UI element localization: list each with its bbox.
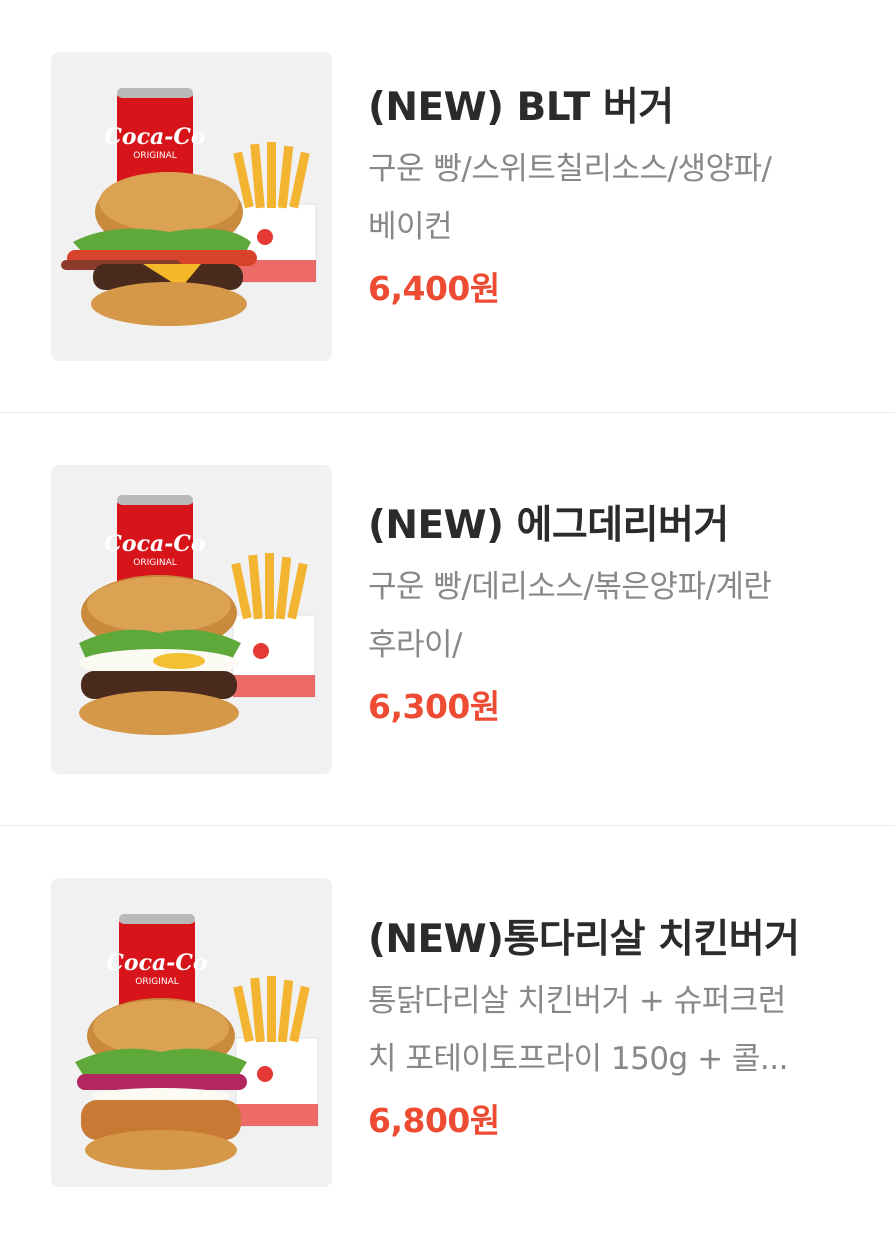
menu-item-image: Coca-Co ORIGINAL xyxy=(51,878,332,1187)
menu-item-info: (NEW) BLT 버거 구운 빵/스위트칠리소스/생양파/ 베이컨 6,400… xyxy=(368,78,868,318)
menu-item-egg-teri-burger[interactable]: Coca-Co ORIGINAL (NEW) 에그데리버거 구운 빵/데리소스/… xyxy=(0,413,895,825)
svg-text:ORIGINAL: ORIGINAL xyxy=(133,151,177,161)
menu-item-image: Coca-Co ORIGINAL xyxy=(51,465,332,774)
menu-item-price: 6,800원 xyxy=(368,1101,500,1140)
description-line: 베이컨 xyxy=(368,209,453,245)
menu-item-name: (NEW) BLT 버거 xyxy=(368,85,674,130)
menu-item-chicken-thigh-burger[interactable]: Coca-Co ORIGINAL (NEW)통다리살 치킨버거 통닭다리살 치킨… xyxy=(0,826,895,1238)
menu-item-description: 구운 빵/데리소스/볶은양파/계란 후라이/ xyxy=(368,558,860,674)
burger-set-illustration: Coca-Co ORIGINAL xyxy=(61,88,317,326)
svg-text:Coca-Co: Coca-Co xyxy=(106,950,207,976)
menu-item-name: (NEW) 에그데리버거 xyxy=(368,503,729,548)
menu-item-description: 통닭다리살 치킨버거 + 슈퍼크런 치 포테이토프라이 150g + 콜... xyxy=(368,972,860,1088)
menu-item-info: (NEW)통다리살 치킨버거 통닭다리살 치킨버거 + 슈퍼크런 치 포테이토프… xyxy=(368,910,868,1150)
menu-list: Coca-Co ORIGINAL (NEW) BLT 버거 구운 빵/스위트칠리… xyxy=(0,0,895,1221)
description-line: 구운 빵/데리소스/볶은양파/계란 xyxy=(368,569,772,605)
burger-set-illustration: Coca-Co ORIGINAL xyxy=(75,914,319,1170)
svg-text:Coca-Co: Coca-Co xyxy=(104,124,205,150)
menu-item-price: 6,400원 xyxy=(368,269,500,308)
description-line: 구운 빵/스위트칠리소스/생양파/ xyxy=(368,151,772,187)
svg-text:ORIGINAL: ORIGINAL xyxy=(135,977,179,987)
menu-item-blt-burger[interactable]: Coca-Co ORIGINAL (NEW) BLT 버거 구운 빵/스위트칠리… xyxy=(0,0,895,412)
menu-item-image: Coca-Co ORIGINAL xyxy=(51,52,332,361)
menu-item-name: (NEW)통다리살 치킨버거 xyxy=(368,917,800,962)
description-line: 통닭다리살 치킨버거 + 슈퍼크런 xyxy=(368,983,786,1019)
menu-item-description: 구운 빵/스위트칠리소스/생양파/ 베이컨 xyxy=(368,140,860,256)
svg-text:Coca-Co: Coca-Co xyxy=(104,531,205,557)
svg-text:ORIGINAL: ORIGINAL xyxy=(133,558,177,568)
description-line: 치 포테이토프라이 150g + 콜... xyxy=(368,1041,788,1077)
menu-item-price: 6,300원 xyxy=(368,687,500,726)
description-line: 후라이/ xyxy=(368,627,463,663)
burger-set-illustration: Coca-Co ORIGINAL xyxy=(79,495,316,735)
menu-item-info: (NEW) 에그데리버거 구운 빵/데리소스/볶은양파/계란 후라이/ 6,30… xyxy=(368,496,868,736)
